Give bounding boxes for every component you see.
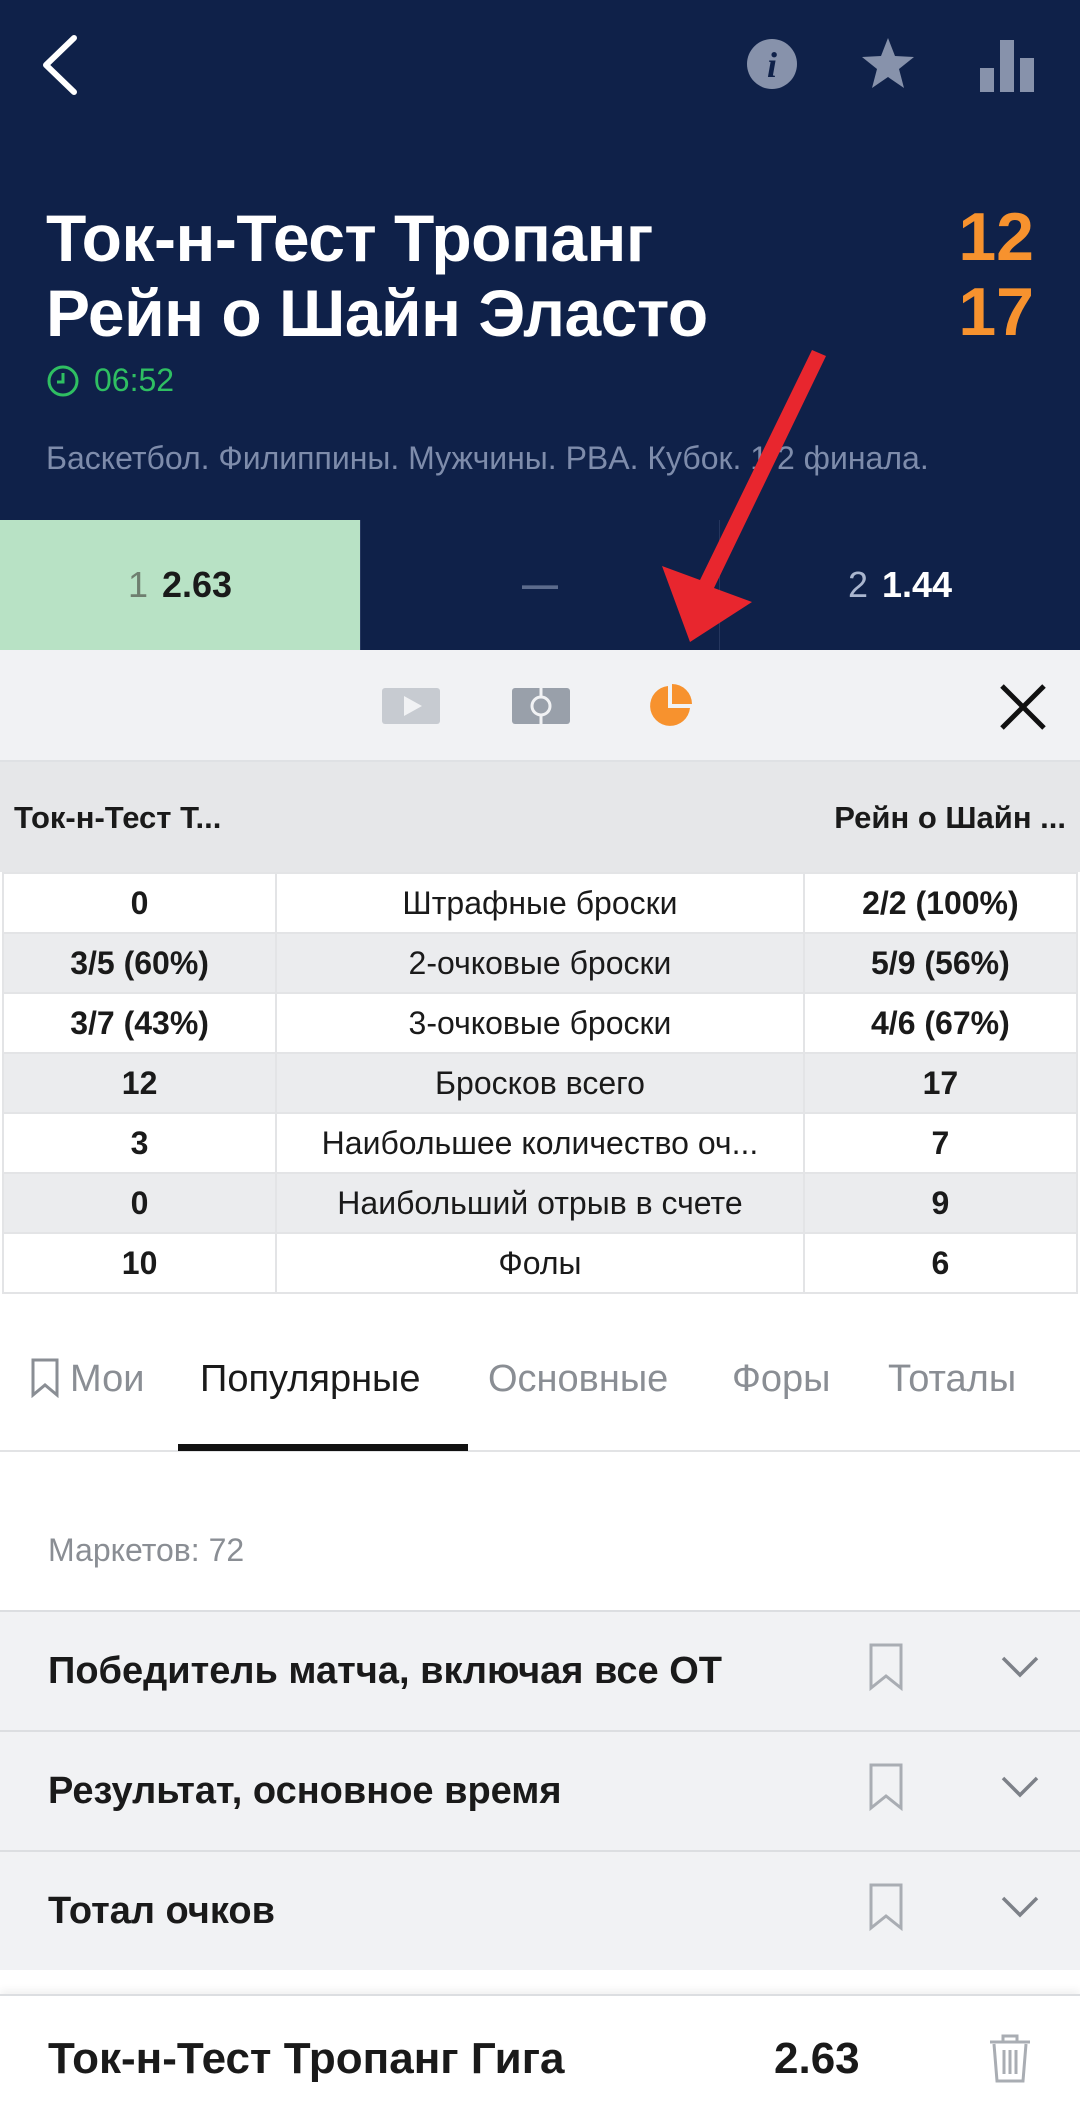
statistics-button[interactable]	[978, 34, 1038, 94]
team1-name: Ток-н-Тест Тропанг	[46, 201, 653, 275]
statistics-tab-button[interactable]	[646, 682, 694, 735]
stat-label: Бросков всего	[275, 1052, 805, 1114]
odd-draw-value: —	[522, 564, 558, 605]
stat-home-value: 3/5 (60%)	[1, 932, 278, 994]
bet-selection: Ток-н-Тест Тропанг Гига	[48, 2034, 565, 2083]
tab-my[interactable]: Мои	[30, 1358, 144, 1401]
stat-away-value: 5/9 (56%)	[802, 932, 1079, 994]
odd-home-button[interactable]: 1 2.63	[0, 520, 360, 650]
tab-label: Основные	[488, 1358, 669, 1400]
bookmark-icon[interactable]	[868, 1642, 904, 1692]
tab-totals[interactable]: Тоталы	[888, 1358, 1016, 1401]
stats-row: 3/7 (43%) 3-очковые броски 4/6 (67%)	[1, 992, 1079, 1054]
odd-away-button[interactable]: 2 1.44	[720, 520, 1080, 650]
stat-home-value: 0	[1, 872, 278, 934]
stat-label: Наибольшее количество оч...	[275, 1112, 805, 1174]
stat-home-value: 10	[1, 1232, 278, 1294]
stat-away-value: 7	[802, 1112, 1079, 1174]
tab-main[interactable]: Основные	[488, 1358, 668, 1401]
favorite-button[interactable]	[858, 34, 918, 94]
market-title: Тотал очков	[48, 1890, 275, 1932]
clock-icon	[47, 365, 79, 396]
chevron-down-icon[interactable]	[1000, 1894, 1040, 1920]
stat-away-value: 4/6 (67%)	[802, 992, 1079, 1054]
market-tabs: Мои Популярные Основные Форы Тоталы	[0, 1296, 1080, 1452]
pie-chart-icon	[650, 684, 692, 726]
tab-label: Форы	[732, 1358, 831, 1400]
stat-home-value: 0	[1, 1172, 278, 1234]
back-button[interactable]	[36, 30, 96, 100]
field-icon	[512, 688, 570, 724]
market-row[interactable]: Победитель матча, включая все ОТ	[0, 1610, 1080, 1730]
video-button[interactable]	[382, 686, 440, 731]
bet-odd: 2.63	[774, 2034, 860, 2083]
stats-row: 12 Бросков всего 17	[1, 1052, 1079, 1114]
team2-name: Рейн о Шайн Эласто	[46, 276, 708, 350]
match-timer: 06:52	[46, 362, 174, 399]
info-icon: i	[747, 39, 797, 89]
chevron-down-icon[interactable]	[1000, 1654, 1040, 1680]
stats-row: 0 Наибольший отрыв в счете 9	[1, 1172, 1079, 1234]
trash-icon[interactable]	[988, 2034, 1032, 2084]
match-header: i Ток-н-Тест Тропанг Рейн о Шайн Эласто …	[0, 0, 1080, 520]
bookmark-icon[interactable]	[868, 1882, 904, 1932]
tab-handicaps[interactable]: Форы	[732, 1358, 830, 1401]
tab-label: Мои	[70, 1358, 145, 1400]
market-title: Результат, основное время	[48, 1770, 562, 1812]
chevron-down-icon[interactable]	[1000, 1774, 1040, 1800]
bookmark-icon	[31, 1358, 59, 1398]
stat-away-value: 6	[802, 1232, 1079, 1294]
stat-label: Наибольший отрыв в счете	[275, 1172, 805, 1234]
odd-draw-button[interactable]: —	[360, 520, 720, 650]
odd-away-label: 2	[847, 564, 868, 605]
odd-home-value: 2.63	[161, 564, 233, 605]
bet-slip[interactable]: Ток-н-Тест Тропанг Гига 2.63	[0, 1994, 1080, 2115]
stats-row: 0 Штрафные броски 2/2 (100%)	[1, 872, 1079, 934]
bookmark-icon[interactable]	[868, 1762, 904, 1812]
market-row[interactable]: Результат, основное время	[0, 1730, 1080, 1850]
stats-team1: Ток-н-Тест Т...	[14, 800, 222, 835]
stats-row: 3/5 (60%) 2-очковые броски 5/9 (56%)	[1, 932, 1079, 994]
stats-row: 3 Наибольшее количество оч... 7	[1, 1112, 1079, 1174]
stat-home-value: 12	[1, 1052, 278, 1114]
market-title: Победитель матча, включая все ОТ	[48, 1650, 722, 1692]
video-icon	[382, 688, 440, 724]
close-icon	[1000, 684, 1046, 730]
stat-away-value: 2/2 (100%)	[802, 872, 1079, 934]
tab-label: Тоталы	[888, 1358, 1017, 1400]
stats-header: Ток-н-Тест Т... Рейн о Шайн ...	[0, 762, 1080, 872]
svg-text:i: i	[767, 45, 777, 85]
stat-label: 3-очковые броски	[275, 992, 805, 1054]
stat-label: 2-очковые броски	[275, 932, 805, 994]
odd-home-label: 1	[127, 564, 148, 605]
active-tab-indicator	[178, 1444, 468, 1451]
stats-table: 0 Штрафные броски 2/2 (100%) 3/5 (60%) 2…	[1, 872, 1079, 1294]
stat-label: Штрафные броски	[275, 872, 805, 934]
tab-label: Популярные	[200, 1358, 421, 1400]
team1-score: 12	[958, 199, 1034, 275]
stat-label: Фолы	[275, 1232, 805, 1294]
tournament-path: Баскетбол. Филиппины. Мужчины. PBA. Кубо…	[46, 440, 929, 476]
media-toolbar	[0, 650, 1080, 762]
stats-bars-icon	[980, 40, 1034, 92]
market-row[interactable]: Тотал очков	[0, 1850, 1080, 1970]
stat-home-value: 3/7 (43%)	[1, 992, 278, 1054]
back-arrow-icon	[43, 35, 77, 95]
tab-popular[interactable]: Популярные	[200, 1358, 421, 1401]
team2-score: 17	[958, 274, 1034, 350]
timer-value: 06:52	[94, 362, 175, 398]
close-media-button[interactable]	[998, 682, 1048, 737]
field-button[interactable]	[512, 686, 570, 731]
stats-row: 10 Фолы 6	[1, 1232, 1079, 1294]
odd-away-value: 1.44	[881, 564, 953, 605]
stats-team2: Рейн о Шайн ...	[834, 800, 1066, 835]
info-button[interactable]: i	[742, 34, 802, 94]
star-icon	[862, 38, 914, 88]
stat-away-value: 17	[802, 1052, 1079, 1114]
stat-away-value: 9	[802, 1172, 1079, 1234]
markets-count: Маркетов: 72	[48, 1532, 245, 1568]
main-odds-row: 1 2.63 — 2 1.44	[0, 520, 1080, 650]
stat-home-value: 3	[1, 1112, 278, 1174]
